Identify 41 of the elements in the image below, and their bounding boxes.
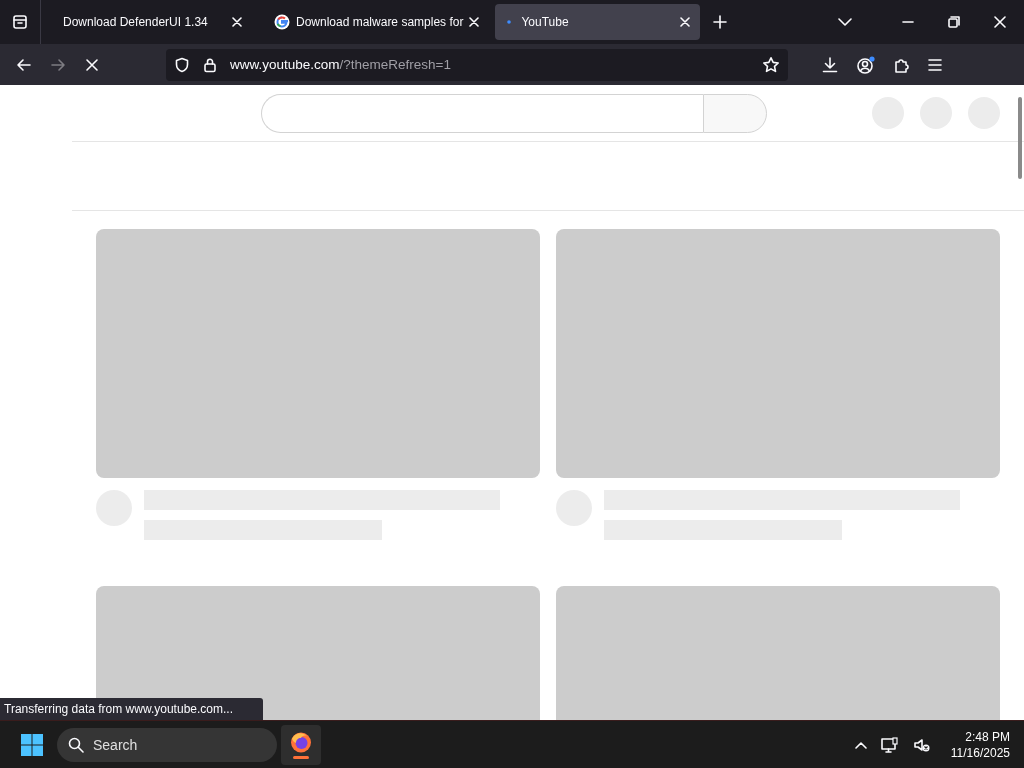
muted-speaker-icon[interactable] — [912, 736, 931, 753]
google-icon — [274, 14, 290, 30]
menu-icon[interactable] — [928, 58, 942, 71]
plus-icon — [713, 15, 728, 29]
shield-icon — [174, 56, 190, 73]
chevron-down-icon[interactable] — [838, 18, 852, 26]
forward-arrow-icon — [50, 56, 66, 73]
close-icon[interactable] — [994, 16, 1006, 28]
browser-tab[interactable]: YouTube — [495, 4, 701, 40]
browser-tab[interactable]: Download DefenderUI 1.34 — [47, 4, 252, 40]
clock-button[interactable]: 2:48 PM 11/16/2025 — [950, 728, 1010, 761]
loading-dot-icon — [507, 20, 512, 24]
download-icon[interactable] — [822, 56, 838, 73]
browser-tab[interactable]: Download malware samples for — [258, 4, 490, 40]
tray-icon — [12, 14, 28, 30]
stop-icon[interactable] — [84, 56, 100, 73]
url-text: www.youtube.com/?themeRefresh=1 — [230, 57, 451, 72]
tab-title: YouTube — [521, 15, 570, 29]
scrollbar-thumb[interactable] — [1018, 97, 1022, 179]
close-icon[interactable] — [469, 17, 480, 27]
address-bar[interactable]: www.youtube.com/?themeRefresh=1 — [166, 48, 788, 81]
close-icon[interactable] — [232, 17, 242, 27]
lock-icon — [202, 56, 218, 73]
puzzle-icon[interactable] — [894, 56, 910, 73]
fox-globe-icon — [289, 730, 313, 754]
search-field[interactable]: Search — [57, 727, 277, 762]
firefox-taskbar-button[interactable] — [281, 724, 321, 765]
monitor-icon[interactable] — [880, 736, 899, 753]
close-icon[interactable] — [680, 17, 691, 27]
chevron-up-icon[interactable] — [854, 740, 867, 749]
search-icon — [68, 736, 84, 753]
account-icon[interactable] — [856, 54, 876, 75]
clock-date: 11/16/2025 — [950, 744, 1010, 761]
status-text: Transferring data from www.youtube.com... — [0, 698, 263, 720]
windows-start-icon[interactable] — [20, 732, 44, 757]
tab-title: Download malware samples for — [296, 15, 464, 29]
tab-title: Download DefenderUI 1.34 — [63, 15, 209, 29]
clock-time: 2:48 PM — [965, 728, 1010, 745]
restore-icon[interactable] — [948, 16, 960, 28]
star-icon[interactable] — [762, 55, 780, 74]
back-arrow-icon[interactable] — [16, 56, 32, 73]
